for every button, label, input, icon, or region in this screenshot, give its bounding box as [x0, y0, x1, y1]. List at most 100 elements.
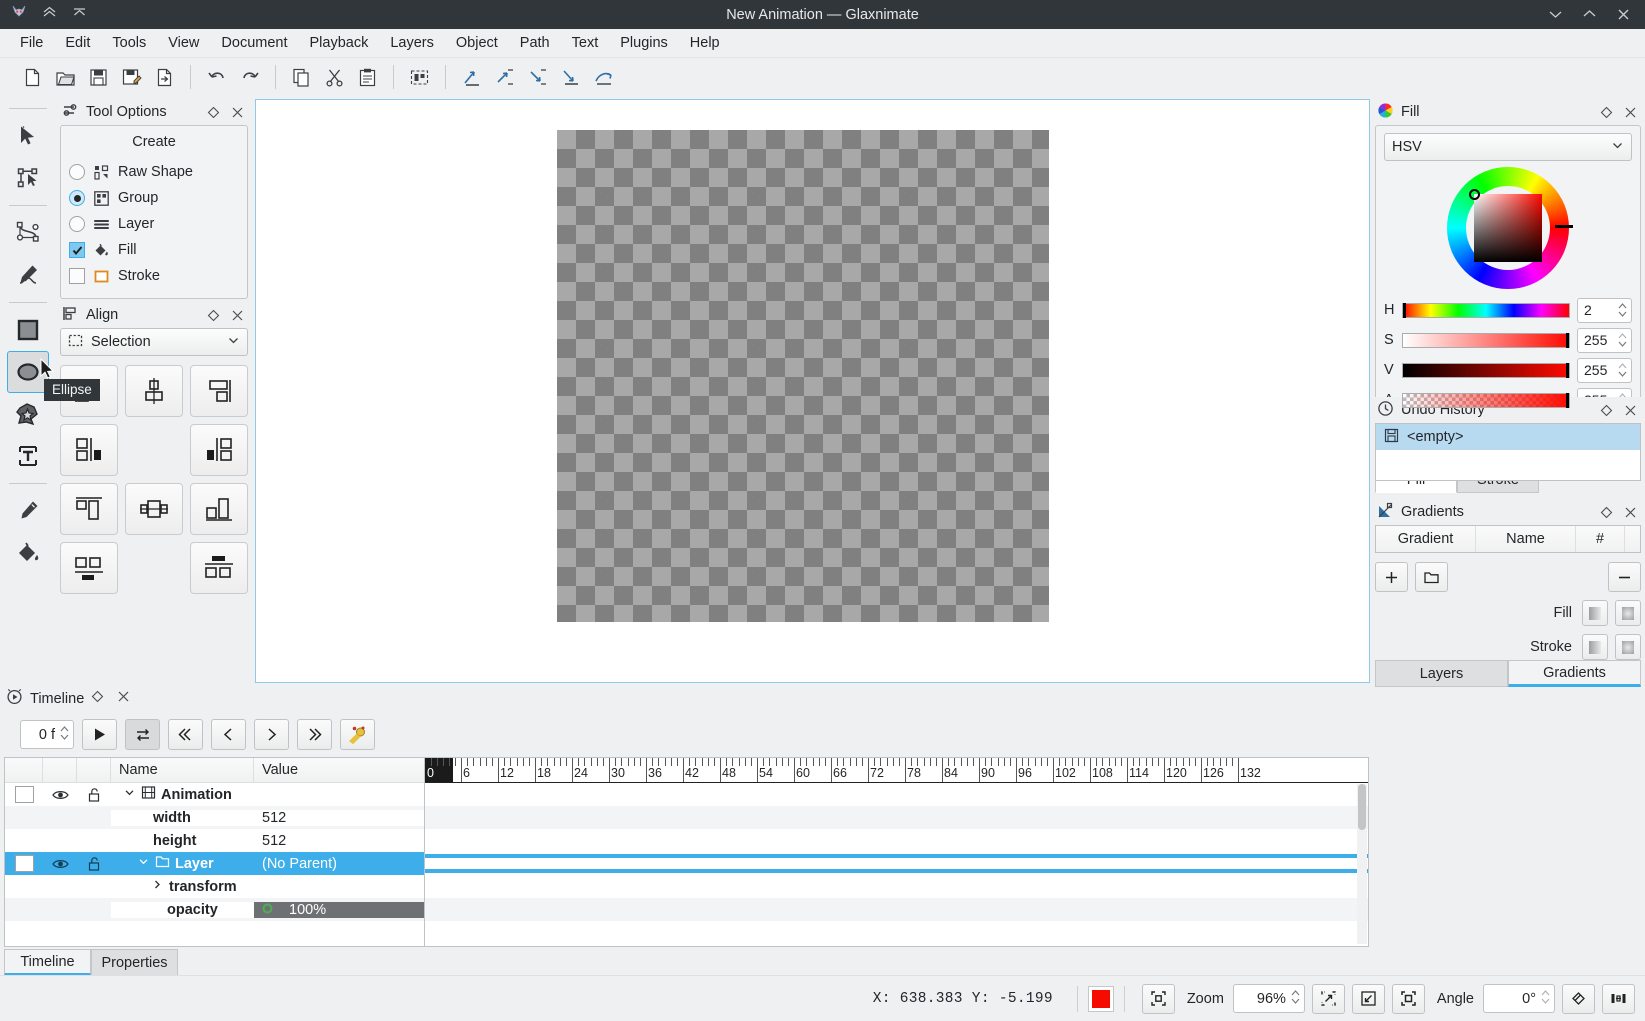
menu-view[interactable]: View: [157, 32, 210, 54]
float-diamond-icon[interactable]: [1598, 104, 1615, 121]
track-layer[interactable]: [425, 852, 1368, 875]
layer-radio[interactable]: [69, 216, 85, 232]
lower-button[interactable]: [521, 62, 554, 93]
table-row[interactable]: height 512: [5, 829, 424, 852]
menu-plugins[interactable]: Plugins: [609, 32, 679, 54]
tool-freehand[interactable]: [7, 254, 49, 296]
current-frame-spinbox[interactable]: 0 f: [20, 720, 74, 749]
close-icon[interactable]: [229, 104, 246, 121]
timeline-ruler[interactable]: 0 6 12 18 24 30 36 42 48 54 60 66 72 78: [425, 758, 1368, 783]
create-option-raw-shape[interactable]: Raw Shape: [69, 159, 239, 185]
go-to-end-button[interactable]: [297, 719, 332, 750]
zoom-expand-icon[interactable]: [1311, 983, 1345, 1014]
create-option-stroke[interactable]: Stroke: [69, 263, 239, 289]
minimize-icon[interactable]: [1547, 6, 1564, 23]
raise-to-top-button[interactable]: [455, 62, 488, 93]
spin-arrows-icon[interactable]: [1617, 301, 1628, 319]
select-all-button[interactable]: [403, 62, 436, 93]
hue-ring[interactable]: [1447, 167, 1573, 289]
row-name-cell[interactable]: Animation: [111, 785, 254, 804]
align-outside-left-button[interactable]: [60, 424, 118, 476]
status-color-swatch[interactable]: [1087, 985, 1114, 1012]
lock-open-icon[interactable]: [77, 856, 111, 872]
alpha-slider-handle[interactable]: [1566, 392, 1569, 408]
chevron-down-icon[interactable]: [137, 855, 150, 872]
tool-draw-bezier[interactable]: [7, 212, 49, 254]
zoom-reset-icon[interactable]: [1391, 983, 1425, 1014]
hue-slider-handle[interactable]: [1403, 302, 1406, 318]
menu-file[interactable]: File: [9, 32, 54, 54]
cut-button[interactable]: [318, 62, 351, 93]
menu-tools[interactable]: Tools: [101, 32, 157, 54]
undo-history-list[interactable]: <empty>: [1375, 423, 1641, 482]
table-row[interactable]: Animation: [5, 783, 424, 806]
timeline-tracks[interactable]: 0 6 12 18 24 30 36 42 48 54 60 66 72 78: [425, 758, 1368, 946]
open-gradient-button[interactable]: [1415, 562, 1448, 593]
spin-arrows-icon[interactable]: [1290, 988, 1301, 1010]
close-icon[interactable]: [1622, 104, 1639, 121]
track-width[interactable]: [425, 806, 1368, 829]
align-horizontal-center-button[interactable]: [125, 365, 183, 417]
align-outside-top-button[interactable]: [60, 542, 118, 594]
layer-lifetime-bar-2[interactable]: [425, 869, 1368, 873]
align-outside-right-button[interactable]: [190, 424, 248, 476]
align-relative-to-select[interactable]: Selection: [60, 328, 248, 356]
table-row[interactable]: transform: [5, 875, 424, 898]
open-document-button[interactable]: [49, 62, 82, 93]
chevrons-up-icon[interactable]: [41, 4, 58, 25]
snap-layers-icon[interactable]: [1562, 983, 1595, 1014]
export-button[interactable]: [148, 62, 181, 93]
remove-gradient-button[interactable]: [1608, 562, 1641, 593]
list-item[interactable]: <empty>: [1376, 424, 1640, 451]
next-frame-button[interactable]: [254, 719, 289, 750]
eye-visible-icon[interactable]: [43, 788, 77, 802]
group-shapes-button[interactable]: [587, 62, 620, 93]
eye-visible-icon[interactable]: [43, 857, 77, 871]
spin-arrows-icon[interactable]: [1540, 988, 1551, 1010]
group-radio[interactable]: [69, 190, 85, 206]
raise-button[interactable]: [488, 62, 521, 93]
new-document-button[interactable]: [16, 62, 49, 93]
tool-rectangle[interactable]: [7, 309, 49, 351]
row-name-cell[interactable]: width: [111, 809, 254, 826]
row-name-cell[interactable]: Layer: [111, 854, 254, 873]
save-as-button[interactable]: [115, 62, 148, 93]
float-diamond-icon[interactable]: [1598, 504, 1615, 521]
chevron-down-icon[interactable]: [123, 786, 136, 803]
close-icon[interactable]: [1622, 504, 1639, 521]
bar-up-icon[interactable]: [71, 4, 88, 25]
align-bottom-edges-button[interactable]: [190, 483, 248, 535]
paste-button[interactable]: [351, 62, 384, 93]
previous-frame-button[interactable]: [211, 719, 246, 750]
saturation-slider-row[interactable]: S 255: [1384, 327, 1632, 353]
timeline-vertical-scrollbar[interactable]: [1357, 784, 1367, 944]
redo-button[interactable]: [233, 62, 266, 93]
row-name-cell[interactable]: transform: [111, 878, 254, 895]
row-select-checkbox[interactable]: [5, 855, 43, 872]
tool-star[interactable]: [7, 393, 49, 435]
hue-slider[interactable]: [1402, 302, 1570, 318]
chevron-right-icon[interactable]: [151, 878, 164, 895]
menu-layers[interactable]: Layers: [379, 32, 445, 54]
float-diamond-icon[interactable]: [205, 307, 222, 324]
float-diamond-icon[interactable]: [91, 690, 104, 707]
float-diamond-icon[interactable]: [205, 104, 222, 121]
tab-timeline[interactable]: Timeline: [4, 949, 91, 976]
angle-spinbox[interactable]: 0°: [1483, 984, 1555, 1013]
close-icon[interactable]: [1622, 402, 1639, 419]
align-vertical-center-button[interactable]: [125, 483, 183, 535]
raw-shape-radio[interactable]: [69, 164, 85, 180]
menu-playback[interactable]: Playback: [299, 32, 380, 54]
create-option-layer[interactable]: Layer: [69, 211, 239, 237]
color-wheel-widget[interactable]: [1384, 167, 1632, 289]
lock-open-icon[interactable]: [77, 787, 111, 803]
spin-arrows-icon[interactable]: [59, 724, 70, 746]
float-diamond-icon[interactable]: [1598, 402, 1615, 419]
track-opacity[interactable]: [425, 898, 1368, 921]
create-option-group[interactable]: Group: [69, 185, 239, 211]
radial-gradient-icon[interactable]: [1615, 600, 1641, 627]
tool-ellipse[interactable]: [7, 351, 49, 393]
linear-gradient-icon[interactable]: [1582, 600, 1608, 627]
track-animation[interactable]: [425, 783, 1368, 806]
menu-edit[interactable]: Edit: [54, 32, 101, 54]
